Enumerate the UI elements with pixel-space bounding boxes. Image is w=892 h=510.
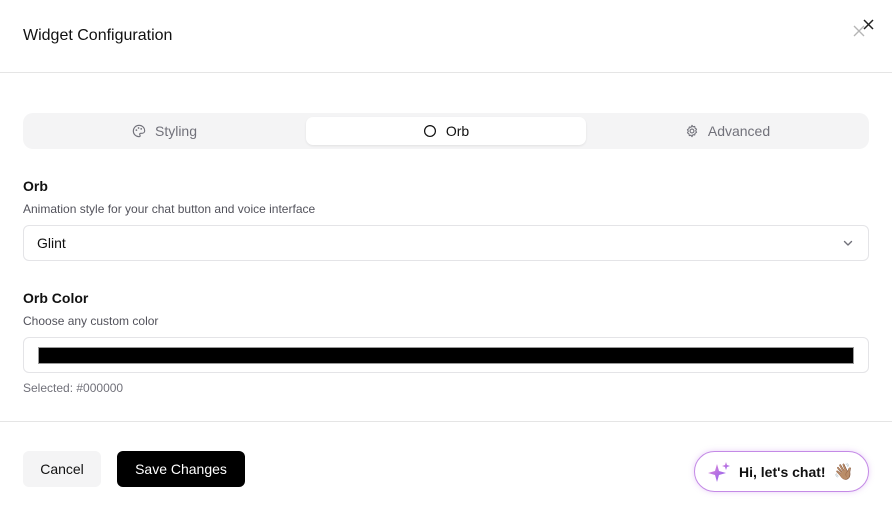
waving-hand-emoji: 👋🏽 (833, 463, 854, 481)
chat-launcher-button[interactable]: Hi, let's chat! 👋🏽 (694, 451, 869, 492)
orb-style-value: Glint (37, 235, 66, 251)
tab-orb-label: Orb (445, 123, 470, 139)
tab-orb[interactable]: Orb (306, 117, 586, 145)
orb-hint: Animation style for your chat button and… (23, 202, 316, 216)
tab-styling-label: Styling (154, 123, 198, 139)
dialog-header: Widget Configuration (0, 0, 892, 73)
save-changes-button[interactable]: Save Changes (117, 451, 245, 487)
circle-icon (423, 124, 436, 138)
palette-icon (132, 124, 146, 138)
color-swatch[interactable] (38, 347, 854, 364)
orb-color-hint: Choose any custom color (23, 314, 159, 328)
tab-styling[interactable]: Styling (27, 117, 302, 145)
orb-label: Orb (23, 178, 48, 194)
chat-launcher-text: Hi, let's chat! (739, 463, 826, 480)
orb-color-picker[interactable] (23, 337, 869, 373)
cancel-button[interactable]: Cancel (23, 451, 101, 487)
tab-advanced-label: Advanced (707, 123, 771, 139)
sparkle-icon (708, 461, 730, 482)
gear-icon (686, 124, 697, 138)
tab-list: Styling Orb Advanced (23, 113, 869, 149)
close-icon[interactable] (852, 18, 876, 38)
orb-style-select[interactable]: Glint (23, 225, 869, 261)
dialog-title: Widget Configuration (23, 27, 173, 44)
tab-advanced[interactable]: Advanced (590, 117, 865, 145)
selected-color-text: Selected: #000000 (23, 381, 124, 395)
chevron-down-icon (843, 240, 853, 246)
orb-color-label: Orb Color (23, 290, 89, 306)
footer-divider (0, 421, 892, 422)
